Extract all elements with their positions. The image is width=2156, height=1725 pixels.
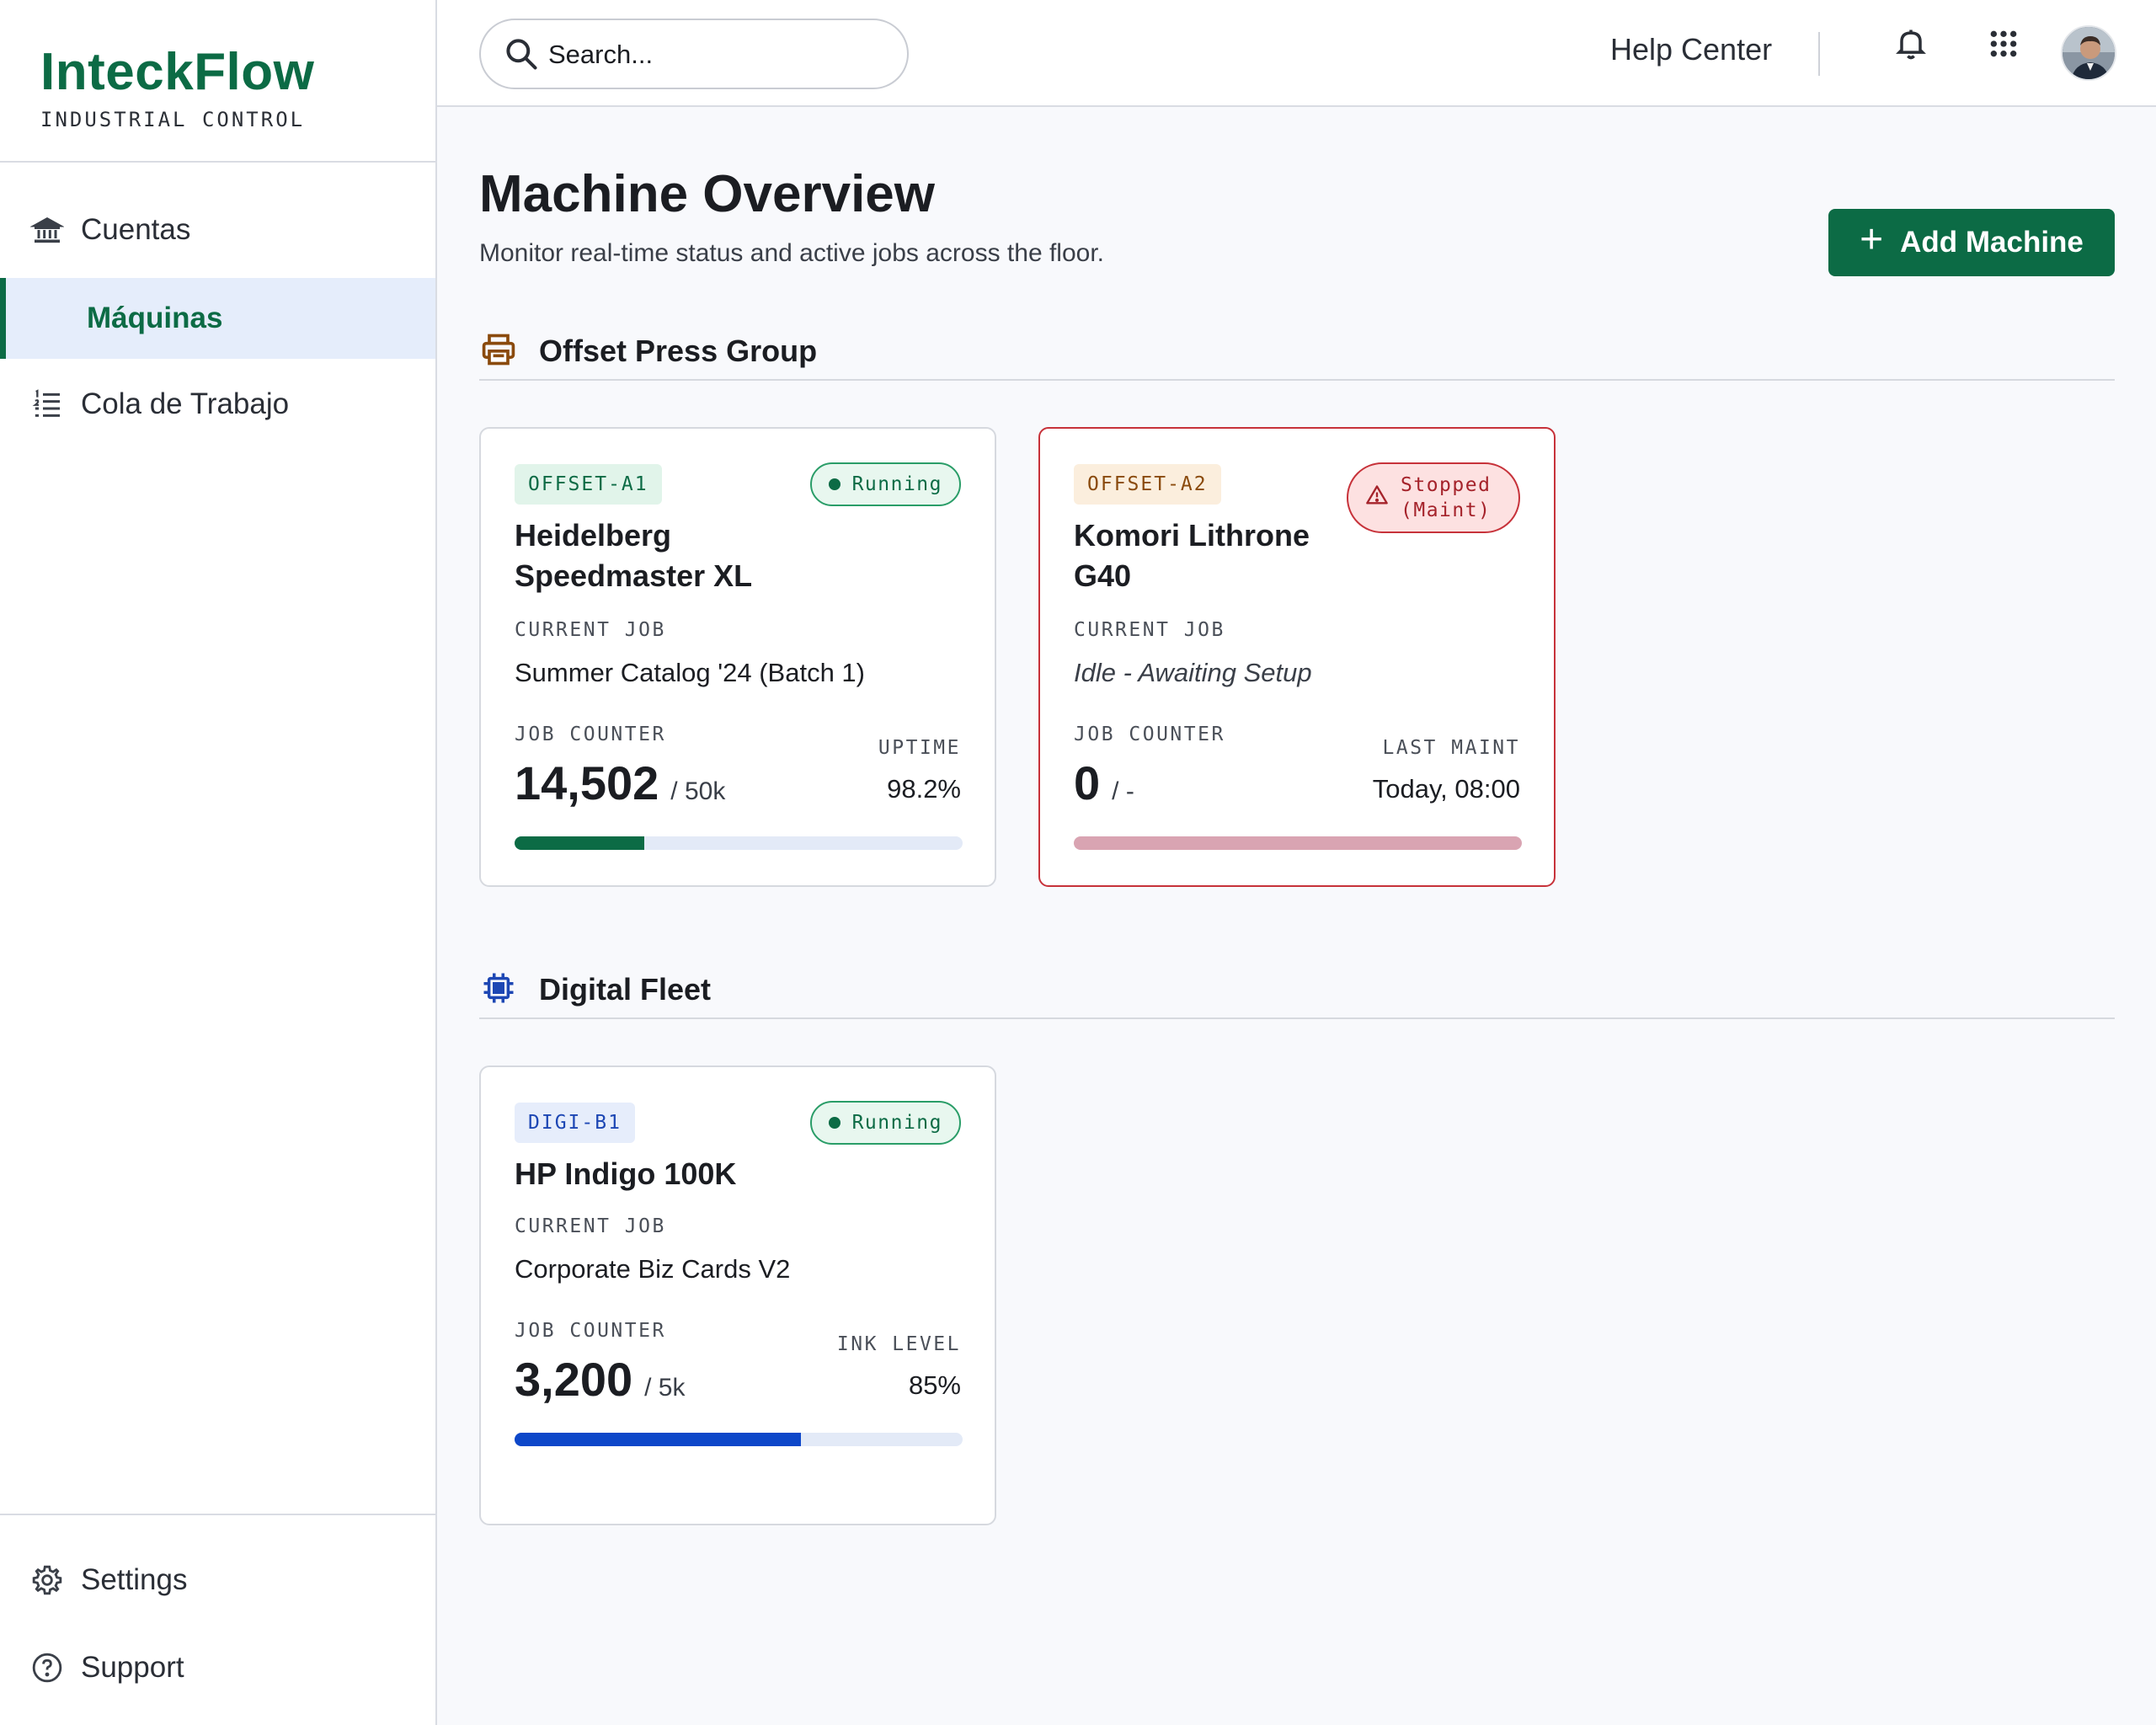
job-progress-bar	[515, 836, 963, 850]
page-title: Machine Overview	[479, 165, 936, 223]
sidebar-item-label: Settings	[81, 1563, 188, 1596]
avatar[interactable]	[2061, 25, 2116, 81]
sidebar-item-label: Support	[81, 1651, 184, 1684]
job-counter-total: / 5k	[644, 1374, 686, 1402]
job-counter-label: JOB COUNTER	[515, 724, 666, 745]
search-icon	[503, 35, 540, 72]
section-title: Digital Fleet	[539, 972, 712, 1007]
sidebar-item-label: Cuentas	[81, 213, 191, 246]
top-bar: Help Center	[437, 0, 2156, 107]
brand-logo[interactable]: InteckFlow	[40, 42, 314, 102]
status-badge: Stopped (Maint)	[1347, 462, 1520, 533]
status-text: Running	[851, 1112, 942, 1134]
job-progress-fill	[1074, 836, 1522, 850]
brand-subtitle: INDUSTRIAL CONTROL	[40, 108, 306, 131]
job-counter-label: JOB COUNTER	[1074, 724, 1225, 745]
status-badge: Running	[809, 1101, 961, 1145]
current-job-label: CURRENT JOB	[1074, 619, 1225, 641]
status-dot-icon	[828, 478, 841, 490]
status-dot-icon	[828, 1117, 841, 1129]
current-job-value: Idle - Awaiting Setup	[1074, 658, 1312, 687]
warning-icon	[1365, 483, 1389, 512]
bell-icon[interactable]	[1891, 24, 1931, 64]
machine-card-offset-a1[interactable]: OFFSET-A1 Running Heidelberg Speedmaster…	[479, 427, 996, 887]
sidebar-item-label: Máquinas	[87, 302, 223, 334]
printer-icon	[479, 330, 518, 369]
machine-name: Heidelberg Speedmaster XL	[515, 518, 753, 593]
job-counter: 3,200 / 5k	[515, 1352, 686, 1407]
chip-icon	[479, 969, 518, 1007]
job-counter-value: 0	[1074, 756, 1101, 809]
brand: InteckFlow INDUSTRIAL CONTROL	[0, 0, 435, 163]
status-text: Stopped (Maint)	[1401, 474, 1492, 521]
bank-icon	[30, 213, 64, 247]
machine-name: Komori Lithrone G40	[1074, 518, 1310, 593]
ink-level-label: INK LEVEL	[836, 1333, 961, 1355]
help-circle-icon	[30, 1651, 64, 1685]
job-progress-bar	[515, 1433, 963, 1446]
divider	[1818, 32, 1820, 76]
job-counter-total: / -	[1112, 777, 1134, 805]
add-machine-button[interactable]: + Add Machine	[1828, 209, 2115, 276]
search-box[interactable]	[479, 19, 909, 89]
job-counter-label: JOB COUNTER	[515, 1320, 666, 1342]
sidebar-item-support[interactable]: Support	[0, 1627, 435, 1708]
machine-tag: OFFSET-A2	[1074, 464, 1221, 505]
current-job-value: Corporate Biz Cards V2	[515, 1254, 791, 1284]
job-counter-value: 3,200	[515, 1353, 633, 1406]
machine-card-offset-a2[interactable]: OFFSET-A2 Stopped (Maint) Komori Lithron…	[1038, 427, 1556, 887]
job-counter-total: / 50k	[670, 777, 726, 805]
apps-grid-icon[interactable]	[1983, 24, 2024, 64]
sidebar-item-cola-de-trabajo[interactable]: Cola de Trabajo	[0, 364, 435, 445]
uptime-value: 98.2%	[887, 774, 961, 804]
add-machine-label: Add Machine	[1900, 226, 2084, 259]
gear-icon	[30, 1563, 64, 1597]
job-counter-value: 14,502	[515, 756, 659, 809]
plus-icon: +	[1860, 217, 1884, 262]
main-content: Machine Overview Monitor real-time statu…	[437, 109, 2156, 1725]
last-maint-value: Today, 08:00	[1372, 774, 1520, 804]
current-job-label: CURRENT JOB	[515, 619, 666, 641]
sidebar-item-cuentas[interactable]: Cuentas	[0, 190, 435, 270]
machine-tag: DIGI-B1	[515, 1103, 635, 1143]
sidebar-footer: Settings Support	[0, 1514, 435, 1725]
job-progress-fill	[515, 836, 645, 850]
job-counter: 0 / -	[1074, 756, 1134, 810]
status-text: Running	[851, 473, 942, 495]
machine-tag: OFFSET-A1	[515, 464, 662, 505]
list-icon	[30, 387, 64, 421]
ink-level-value: 85%	[908, 1370, 961, 1400]
last-maint-label: LAST MAINT	[1382, 737, 1520, 759]
sidebar-item-maquinas[interactable]: Máquinas	[0, 278, 435, 359]
sidebar: InteckFlow INDUSTRIAL CONTROL Cuentas Má…	[0, 0, 437, 1725]
section-header-digital: Digital Fleet	[479, 960, 2115, 1019]
search-input[interactable]	[548, 35, 885, 74]
section-title: Offset Press Group	[539, 334, 818, 368]
uptime-label: UPTIME	[878, 737, 961, 759]
machine-card-digi-b1[interactable]: DIGI-B1 Running HP Indigo 100K CURRENT J…	[479, 1065, 996, 1525]
page-subtitle: Monitor real-time status and active jobs…	[479, 239, 1105, 267]
current-job-value: Summer Catalog '24 (Batch 1)	[515, 658, 865, 687]
machine-name: HP Indigo 100K	[515, 1156, 737, 1191]
job-progress-fill	[515, 1433, 802, 1446]
current-job-label: CURRENT JOB	[515, 1215, 666, 1237]
status-badge: Running	[809, 462, 961, 506]
job-counter: 14,502 / 50k	[515, 756, 725, 810]
section-header-offset: Offset Press Group	[479, 322, 2115, 381]
sidebar-item-label: Cola de Trabajo	[81, 387, 290, 420]
job-progress-bar	[1074, 836, 1522, 850]
help-center-link[interactable]: Help Center	[1610, 32, 1772, 67]
sidebar-item-settings[interactable]: Settings	[0, 1540, 435, 1621]
